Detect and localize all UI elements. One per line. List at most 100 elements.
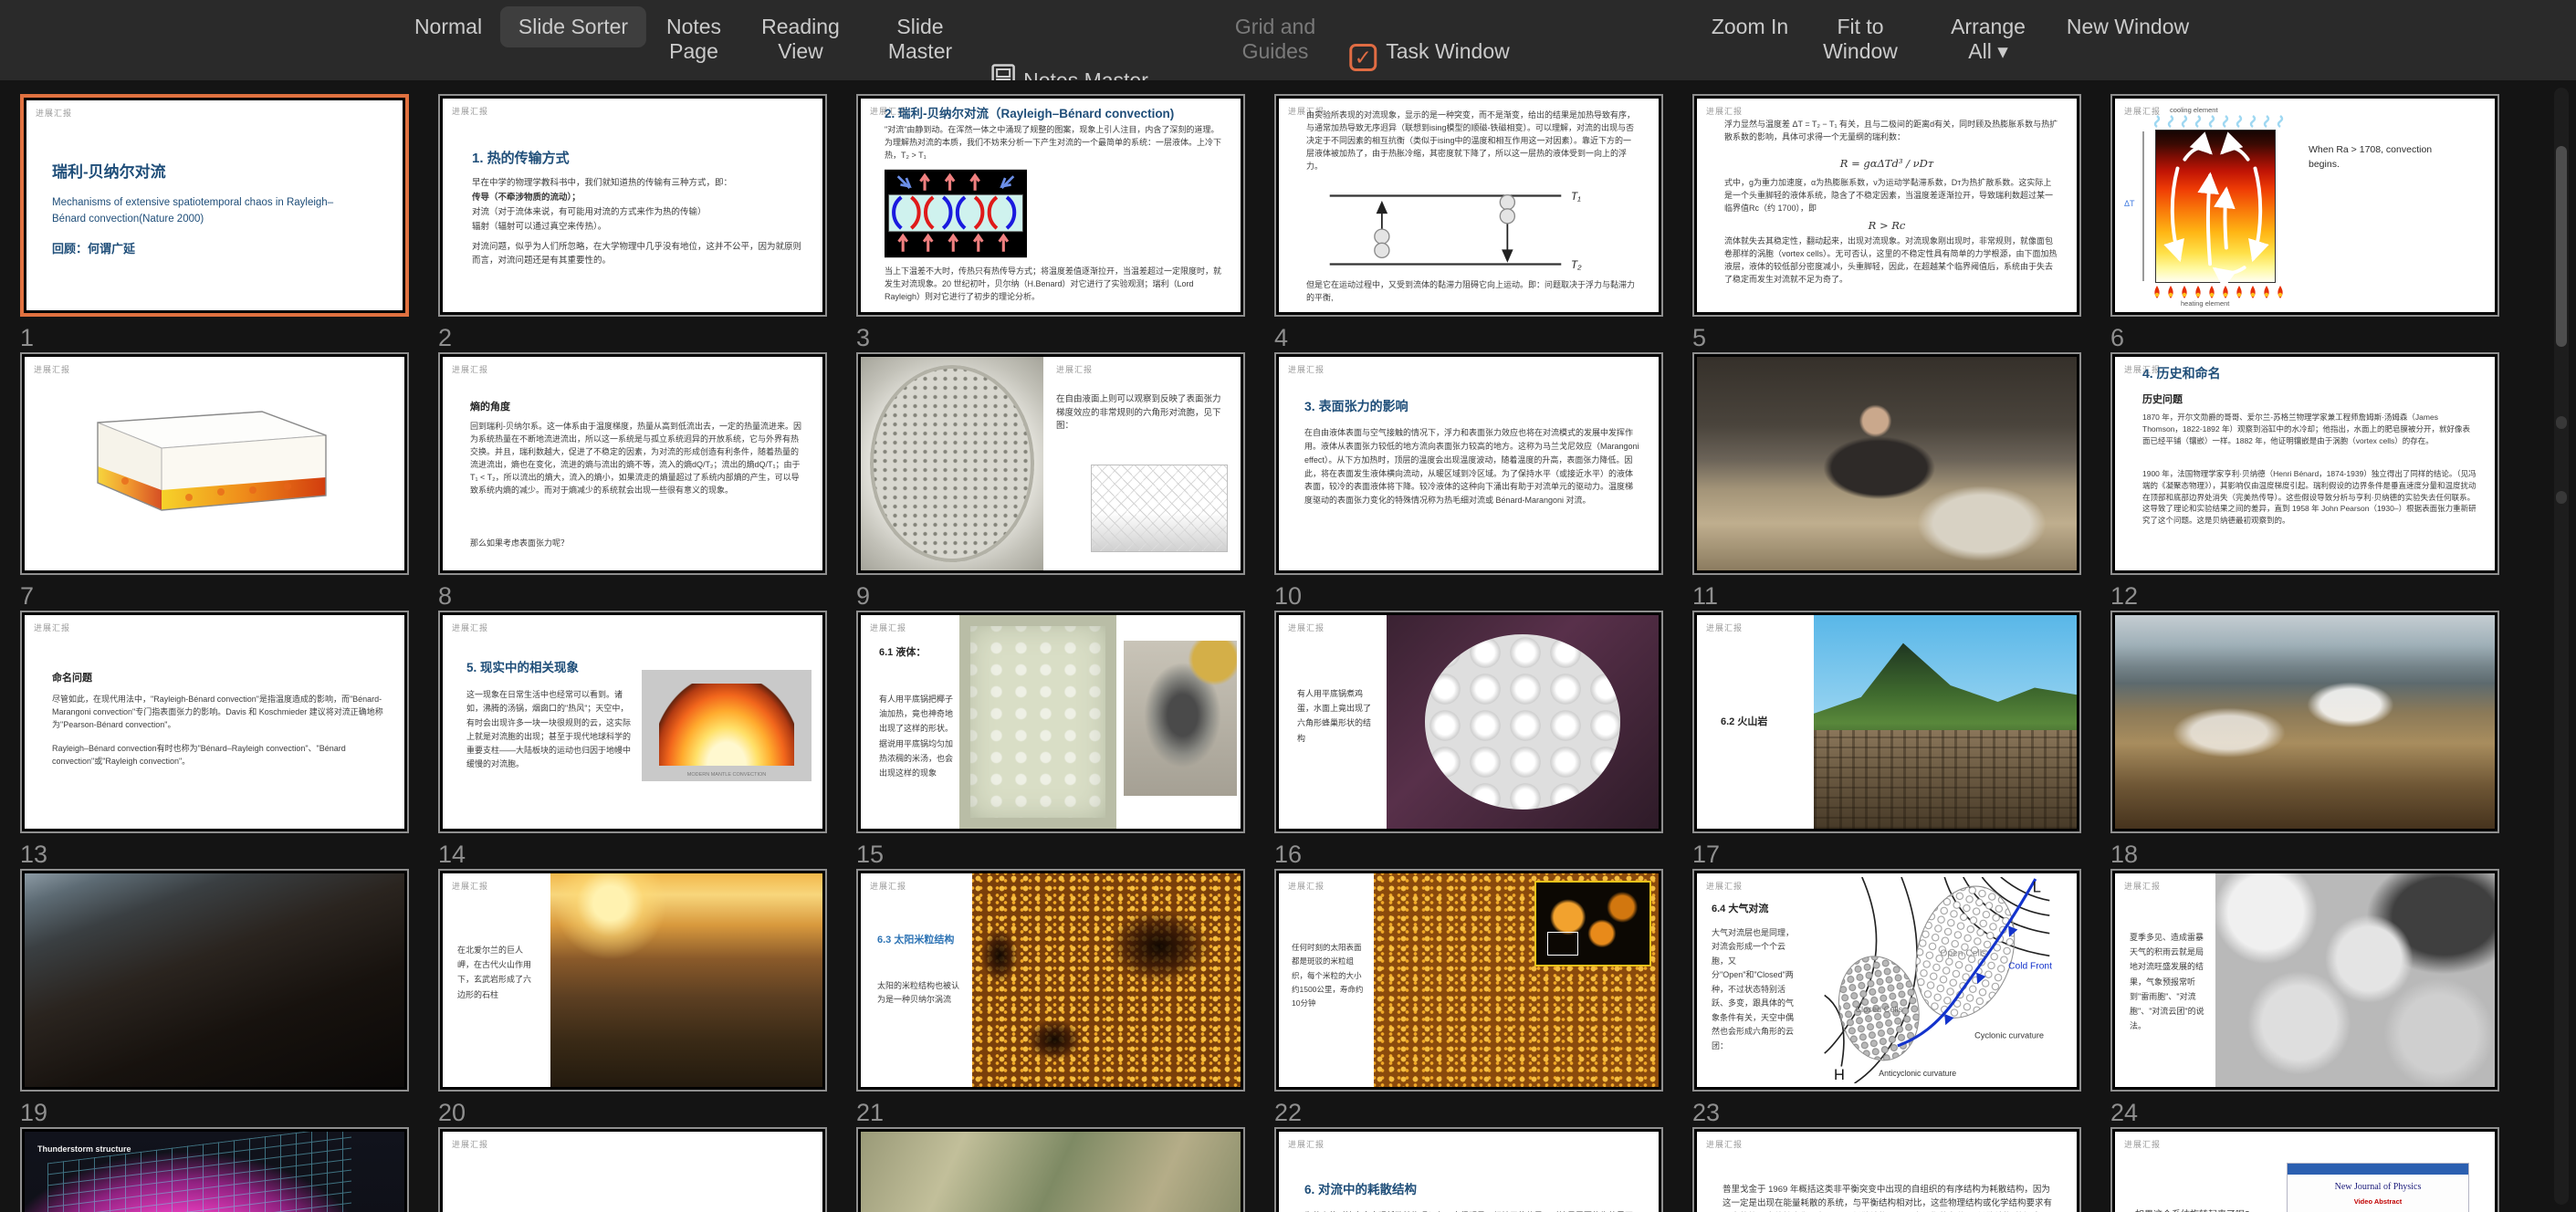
view-slide-master-button[interactable]: Slide Master — [888, 15, 952, 64]
slide-text: 浮力显然与温度差 ΔT = T₂ − T₁ 有关，且与二极间的距离d有关，同时顾… — [1724, 119, 2058, 144]
mantle-convection-image: MODERN MANTLE CONVECTION — [642, 670, 812, 781]
slide-thumbnail-14[interactable]: 进展汇报 5. 现实中的相关现象 这一现象在日常生活中也经常可以看到。诸如，沸腾… — [438, 611, 827, 833]
view-slide-sorter-button[interactable]: Slide Sorter — [500, 6, 646, 47]
slide-number: 5 — [1692, 324, 1706, 352]
benard-portrait-photo — [1697, 357, 2077, 570]
flow-arrows — [2156, 131, 2277, 284]
slide-thumbnail-16[interactable]: 进展汇报 有人用平底锅煮鸡蛋，水面上竟出现了六角形蜂巢形状的结构 — [1274, 611, 1663, 833]
slide-thumbnail-10[interactable]: 进展汇报 3. 表面张力的影响 在自由液体表面与空气接触的情况下，浮力和表面张力… — [1274, 352, 1663, 575]
slide-text: 1870 年，开尔文勋爵的哥哥、爱尔兰-苏格兰物理学家兼工程师詹姆斯·汤姆森（J… — [2142, 412, 2477, 446]
slide-text: 式中，g为重力加速度，α为热膨胀系数，ν为运动学黏滞系数，Dᴛ为热扩散系数。这实… — [1724, 177, 2058, 215]
slide-subtitle: Mechanisms of extensive spatiotemporal c… — [52, 195, 353, 228]
slide-text: "对流"由静到动。在浑然一体之中涌现了规整的图案，现象上引人注目，内含了深刻的道… — [885, 124, 1224, 162]
slide-text: 回到瑞利-贝纳尔系。这一体系由于温度梯度，热量从高到低流出去，一定的热量流进来。… — [470, 421, 804, 497]
slide-thumbnail-3[interactable]: 进展汇报 2. 瑞利-贝纳尔对流（Rayleigh–Bénard convect… — [856, 94, 1245, 317]
vertical-scrollbar — [2554, 88, 2569, 1205]
slide-header: 进展汇报 — [1706, 880, 1743, 892]
scrollbar-mark — [2556, 491, 2567, 504]
slide-heading: 熵的角度 — [470, 399, 510, 413]
fit-to-window-button[interactable]: Fit to Window — [1823, 15, 1898, 64]
scrollbar-thumb[interactable] — [2556, 146, 2567, 347]
slide-title: 瑞利-贝纳尔对流 — [52, 159, 166, 182]
slide-thumbnail-30[interactable]: 进展汇报 如果这个系统旋转起来了呢? New Journal of Physic… — [2110, 1127, 2499, 1212]
slide-text: 大气对流层也是同理，对流会形成一个个云胞，又分"Open"和"Closed"两种… — [1712, 926, 1794, 1053]
slide-thumbnail-22[interactable]: 进展汇报 任何时刻的太阳表面都是斑驳的米粒组织，每个米粒的大小约1500公里，寿… — [1274, 869, 1663, 1092]
slide-thumbnail-21[interactable]: 进展汇报 6.3 太阳米粒结构 太阳的米粒结构也被认为是一种贝纳尔涡流 — [856, 869, 1245, 1092]
slide-thumbnail-23[interactable]: 进展汇报 6.4 大气对流 大气对流层也是同理，对流会形成一个个云胞，又分"Op… — [1692, 869, 2081, 1092]
slide-sorter-window: Normal Slide Sorter Notes Page Reading V… — [0, 0, 2576, 1212]
slide-text: Rayleigh–Bénard convection有时也称为"Bénard–R… — [52, 743, 386, 768]
slide-text: 在自由液面上则可以观察到反映了表面张力梯度效应的非常规则的六角形对流胞，见下图： — [1056, 393, 1226, 434]
svg-text:Open Cells: Open Cells — [1940, 948, 1986, 958]
slide-thumbnail-12[interactable]: 进展汇报 4. 历史和命名 历史问题 1870 年，开尔文勋爵的哥哥、爱尔兰-苏… — [2110, 352, 2499, 575]
slide-number: 23 — [1692, 1099, 1720, 1127]
slide-number: 1 — [20, 324, 34, 352]
slide-thumbnail-18[interactable] — [2110, 611, 2499, 833]
arrange-all-button[interactable]: Arrange All ▾ — [1951, 15, 2026, 64]
slide-thumbnail-26[interactable]: 进展汇报 — [438, 1127, 827, 1212]
slide-number: 17 — [1692, 841, 1720, 869]
checkbox-checked-icon[interactable]: ✓ — [1349, 44, 1377, 71]
slide-number: 11 — [1692, 582, 1718, 611]
slide-thumbnail-13[interactable]: 进展汇报 命名问题 尽管如此，在现代用法中，"Rayleigh-Bénard c… — [20, 611, 409, 833]
slide-number: 6 — [2110, 324, 2124, 352]
slide-thumbnail-7[interactable]: 进展汇报 — [20, 352, 409, 575]
slide-thumbnail-5[interactable]: 进展汇报 浮力显然与温度差 ΔT = T₂ − T₁ 有关，且与二极间的距离d有… — [1692, 94, 2081, 317]
slide-thumbnail-20[interactable]: 进展汇报 在北爱尔兰的巨人岬，在古代火山作用下，玄武岩形成了六边形的石柱 — [438, 869, 827, 1092]
egg-foam-hexagons-photo — [1387, 615, 1659, 829]
slide-thumbnail-9[interactable]: 进展汇报 在自由液面上则可以观察到反映了表面张力梯度效应的非常规则的六角形对流胞… — [856, 352, 1245, 575]
slide-text: 这一现象在日常生活中也经常可以看到。诸如，沸腾的汤锅，烟囱口的"热风"；天空中，… — [466, 688, 631, 772]
view-reading-view-button[interactable]: Reading View — [761, 15, 840, 64]
new-window-button[interactable]: New Window — [2067, 15, 2189, 39]
slide-thumbnail-4[interactable]: 进展汇报 由实验所表现的对流现象，显示的是一种突变，而不是渐变，给出的结果是加热… — [1274, 94, 1663, 317]
slide-thumbnail-8[interactable]: 进展汇报 熵的角度 回到瑞利-贝纳尔系。这一体系由于温度梯度，热量从高到低流出去… — [438, 352, 827, 575]
cumulus-satellite-photo — [2215, 873, 2495, 1087]
slide-text: 夏季多见、造成雷暴天气的积雨云就是局地对流旺盛发展的结果，气象预报常听到"雷雨胞… — [2130, 930, 2206, 1033]
jar-spoon-photo — [1124, 641, 1237, 796]
slide-thumbnail-27[interactable] — [856, 1127, 1245, 1212]
task-window-toggle[interactable]: ✓Task Window — [1349, 15, 1509, 71]
slide-header: 进展汇报 — [1288, 880, 1325, 892]
granulation-closeup-photo — [1374, 873, 1659, 1087]
slide-thumbnail-24[interactable]: 进展汇报 夏季多见、造成雷暴天气的积雨云就是局地对流旺盛发展的结果，气象预报常听… — [2110, 869, 2499, 1092]
thunderstorm-structure-image: Thunderstorm structure — [25, 1132, 404, 1212]
svg-text:T₂: T₂ — [1571, 259, 1582, 271]
slide-thumbnail-28[interactable]: 进展汇报 6. 对流中的耗散结构 为什么热对流中会出现耗散结构呢？有一点很明显，… — [1274, 1127, 1663, 1212]
slide-number: 8 — [438, 582, 452, 611]
slide-thumbnail-1[interactable]: 进展汇报 瑞利-贝纳尔对流 Mechanisms of extensive sp… — [20, 94, 409, 317]
convection-flame-image — [2155, 130, 2276, 283]
slide-thumbnail-11[interactable] — [1692, 352, 2081, 575]
slide-thumbnail-15[interactable]: 进展汇报 6.1 液体： 有人用平底锅把椰子油加热，竟也神奇地出现了这样的形状。… — [856, 611, 1245, 833]
slide-sorter-board: 进展汇报 瑞利-贝纳尔对流 Mechanisms of extensive sp… — [0, 80, 2576, 1212]
slide-header: 进展汇报 — [1288, 622, 1325, 633]
slide-number: 13 — [20, 841, 47, 869]
slide-number: 9 — [856, 582, 870, 611]
view-notes-page-button[interactable]: Notes Page — [666, 15, 721, 64]
slide-text: 但是它在运动过程中，又受到流体的黏滞力阻碍它向上运动。即：问题取决于浮力与黏滞力… — [1306, 279, 1639, 305]
slide-number: 2 — [438, 324, 452, 352]
zoom-in-button[interactable]: Zoom In — [1712, 15, 1788, 39]
slide-text: 早在中学的物理学教科书中，我们就知道热的传输有三种方式，即： — [472, 177, 801, 191]
slide-thumbnail-25[interactable]: Thunderstorm structure — [20, 1127, 409, 1212]
slide-thumbnail-17[interactable]: 进展汇报 6.2 火山岩 — [1692, 611, 2081, 833]
texture-photo — [861, 1132, 1241, 1212]
slide-thumbnail-19[interactable] — [20, 869, 409, 1092]
cooling-element-label: cooling element — [2170, 106, 2218, 114]
slide-header: 进展汇报 — [452, 1138, 488, 1150]
criterion-formula: R > Rc — [1697, 219, 2077, 232]
svg-text:T₁: T₁ — [1571, 191, 1581, 203]
slide-thumbnail-2[interactable]: 进展汇报 1. 热的传输方式 早在中学的物理学教科书中，我们就知道热的传输有三种… — [438, 94, 827, 317]
slide-text: 尽管如此，在现代用法中，"Rayleigh-Bénard convection"… — [52, 694, 386, 732]
view-normal-button[interactable]: Normal — [414, 15, 482, 39]
slide-thumbnail-29[interactable]: 进展汇报 普里戈金于 1969 年概括这类非平衡突变中出现的自组织的有序结构为耗… — [1692, 1127, 2081, 1212]
slide-number: 16 — [1274, 841, 1302, 869]
grid-and-guides-button: Grid and Guides — [1235, 15, 1315, 64]
slide-thumbnail-6[interactable]: 进展汇报 cooling element — [2110, 94, 2499, 317]
slide-header: 进展汇报 — [1706, 105, 1743, 117]
slide-title: 2. 瑞利-贝纳尔对流（Rayleigh–Bénard convection) — [885, 103, 1174, 121]
slide-text: 流体就失去其稳定性，翻动起来，出现对流现象。对流现象刚出现时，非常规则，就像面包… — [1724, 235, 2058, 287]
heating-flames — [2152, 285, 2288, 299]
atmospheric-cells-diagram: Open Cells Closed Cells Cold Front Cyclo… — [1805, 877, 2069, 1083]
view-toolbar: Normal Slide Sorter Notes Page Reading V… — [0, 0, 2576, 80]
slide-text: 在自由液体表面与空气接触的情况下，浮力和表面张力效应也将在对流模式的发展中发挥作… — [1304, 426, 1640, 507]
